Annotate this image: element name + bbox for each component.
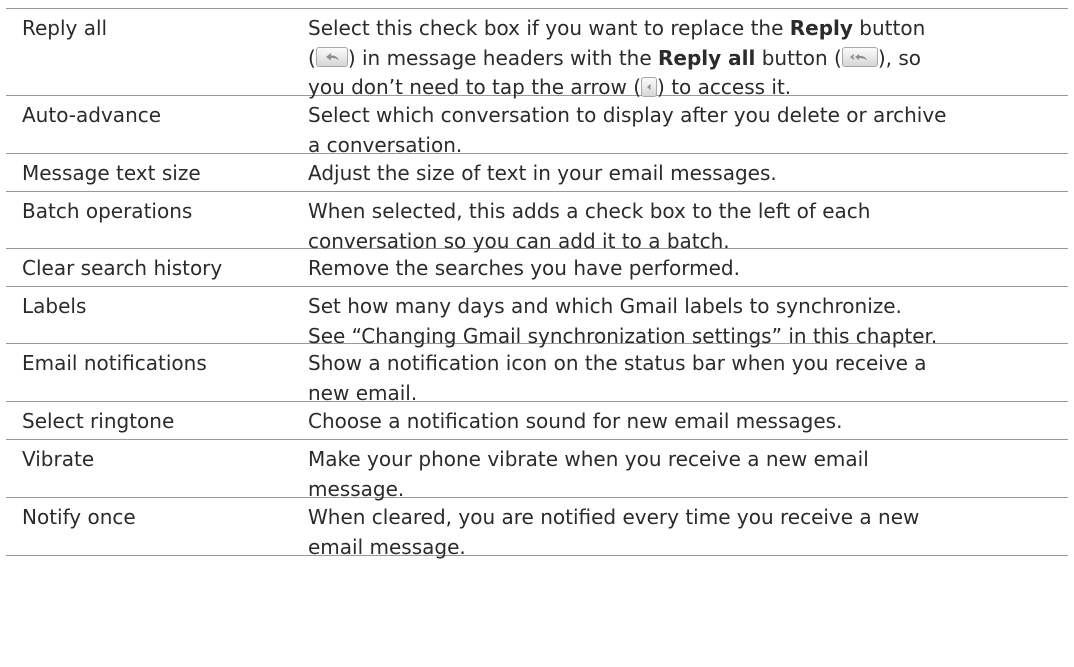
button-name: Reply [789, 16, 853, 40]
setting-name: Select ringtone [22, 409, 175, 433]
reply-all-icon [841, 47, 878, 67]
description-text: Select which conversation to display aft… [308, 103, 947, 127]
setting-name: Clear search history [22, 256, 223, 280]
setting-description: When selected, this adds a check box to … [296, 192, 1068, 253]
description-text: new email. [308, 380, 418, 405]
settings-row: Select ringtone Choose a notification sou… [6, 402, 1068, 440]
description-text: button ( [755, 45, 842, 70]
settings-row: Message text size Adjust the size of text… [6, 154, 1068, 192]
settings-row: Batch operations When selected, this adds… [6, 192, 1068, 253]
description-line: Set how many days and which Gmail labels… [308, 292, 1064, 322]
description-text: ), so [877, 45, 922, 70]
setting-name: Auto-advance [22, 103, 162, 127]
description-line: Make your phone vibrate when you receive… [308, 445, 1064, 475]
button-name: Reply all [658, 45, 756, 70]
description-line: When cleared, you are notified every tim… [308, 503, 1064, 533]
description-text: button [852, 16, 926, 40]
reply-icon [315, 47, 348, 67]
settings-table: Reply all Select this check box if you wa… [6, 8, 1068, 559]
description-line: Show a notification icon on the status b… [308, 349, 1064, 379]
description-line: email message. [308, 533, 1064, 563]
setting-name: Batch operations [22, 199, 193, 223]
settings-row: Email notifications Show a notification i… [6, 344, 1068, 405]
description-text: Set how many days and which Gmail labels… [308, 294, 902, 318]
description-line: ( ) in message headers with the Reply all… [308, 44, 1064, 74]
settings-row: Reply all Select this check box if you wa… [6, 9, 1068, 99]
description-text: email message. [308, 534, 466, 559]
setting-name: Labels [22, 294, 87, 318]
settings-row: Labels Set how many days and which Gmail … [6, 287, 1068, 348]
setting-description: When cleared, you are notified every tim… [296, 498, 1068, 559]
description-text: ( [308, 45, 316, 70]
settings-row: Clear search history Remove the searches … [6, 249, 1068, 287]
setting-name: Reply all [22, 16, 108, 40]
arrow-icon [641, 76, 658, 97]
description-text: message. [308, 476, 405, 501]
setting-description: Select which conversation to display aft… [296, 96, 1068, 157]
settings-row: Auto-advance Select which conversation to… [6, 96, 1068, 157]
setting-description: Remove the searches you have performed. [296, 249, 1068, 286]
description-line: Remove the searches you have performed. [308, 254, 1064, 284]
description-text: Show a notification icon on the status b… [308, 351, 927, 375]
setting-name: Vibrate [22, 447, 95, 471]
description-line: Select this check box if you want to rep… [308, 14, 1064, 44]
setting-description: Adjust the size of text in your email me… [296, 154, 1068, 191]
setting-description: Select this check box if you want to rep… [296, 9, 1068, 99]
setting-description: Make your phone vibrate when you receive… [296, 440, 1068, 501]
description-line: Choose a notification sound for new emai… [308, 407, 1064, 437]
settings-row: Notify once When cleared, you are notifie… [6, 498, 1068, 559]
description-line: When selected, this adds a check box to … [308, 197, 1064, 227]
description-text: Adjust the size of text in your email me… [308, 161, 777, 185]
description-line: Select which conversation to display aft… [308, 101, 1064, 131]
setting-description: Choose a notification sound for new emai… [296, 402, 1068, 439]
description-text: ) in message headers with the [347, 45, 659, 70]
description-text: a conversation. [308, 132, 463, 157]
description-text: Choose a notification sound for new emai… [308, 409, 843, 433]
description-text: When cleared, you are notified every tim… [308, 505, 920, 529]
setting-name: Notify once [22, 505, 136, 529]
settings-row: Vibrate Make your phone vibrate when you … [6, 440, 1068, 501]
setting-description: Show a notification icon on the status b… [296, 344, 1068, 405]
description-text: Make your phone vibrate when you receive… [308, 447, 869, 471]
setting-description: Set how many days and which Gmail labels… [296, 287, 1068, 348]
description-text: Remove the searches you have performed. [308, 256, 740, 280]
description-text: When selected, this adds a check box to … [308, 199, 871, 223]
setting-name: Message text size [22, 161, 201, 185]
setting-name: Email notifications [22, 351, 207, 375]
description-line: Adjust the size of text in your email me… [308, 159, 1064, 189]
description-text: Select this check box if you want to rep… [308, 16, 790, 40]
